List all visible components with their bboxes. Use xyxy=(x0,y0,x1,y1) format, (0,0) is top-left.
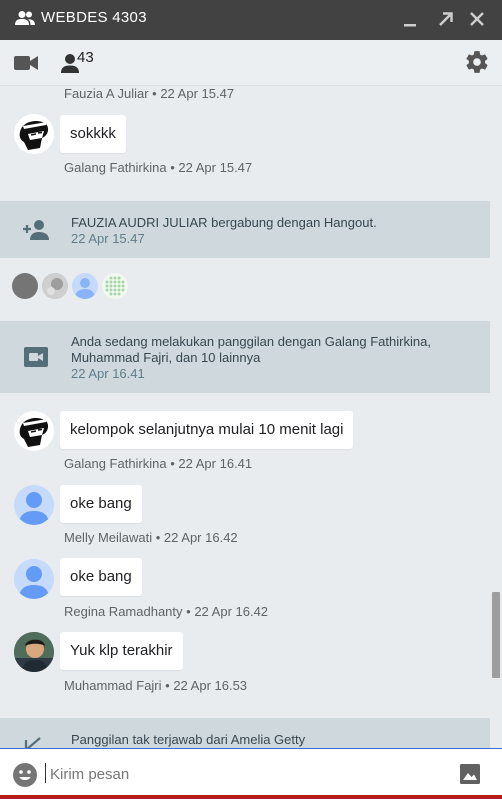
system-notice-missed-call: Panggilan tak terjawab dari Amelia Getty xyxy=(0,718,490,748)
video-call-icon[interactable] xyxy=(14,55,38,71)
system-notice-time: 22 Apr 16.41 xyxy=(71,366,145,381)
gray-avatar xyxy=(12,273,38,299)
pattern-avatar xyxy=(102,273,128,299)
taskbar-strip xyxy=(0,795,502,799)
popout-icon[interactable] xyxy=(434,8,456,30)
message-bubble[interactable]: Yuk klp terakhir xyxy=(60,632,183,670)
anime-avatar[interactable] xyxy=(14,114,54,154)
video-call-icon xyxy=(24,347,48,367)
system-notice-join: FAUZIA AUDRI JULIAR bergabung dengan Han… xyxy=(0,201,490,258)
message-meta: Fauzia A Juliar • 22 Apr 15.47 xyxy=(64,86,235,101)
anime-avatar[interactable] xyxy=(14,411,54,451)
photo-avatar xyxy=(42,273,68,299)
message-feed[interactable]: Fauzia A Juliar • 22 Apr 15.47 sokkkk Ga… xyxy=(0,86,490,748)
minimize-icon[interactable] xyxy=(399,8,421,30)
message-composer xyxy=(0,748,502,799)
text-caret xyxy=(45,763,46,783)
close-icon[interactable] xyxy=(466,8,488,30)
photo-avatar[interactable] xyxy=(14,632,54,672)
message-meta: Muhammad Fajri • 22 Apr 16.53 xyxy=(64,678,248,693)
person-add-icon xyxy=(23,220,49,240)
message-meta: Galang Fathirkina • 22 Apr 15.47 xyxy=(64,160,253,175)
message-bubble[interactable]: kelompok selanjutnya mulai 10 menit lagi xyxy=(60,411,354,449)
missed-call-icon xyxy=(24,737,41,748)
image-icon[interactable] xyxy=(459,763,481,785)
system-notice-time: 22 Apr 15.47 xyxy=(71,231,145,246)
system-notice-text: FAUZIA AUDRI JULIAR bergabung dengan Han… xyxy=(71,215,377,230)
system-notice-text: Panggilan tak terjawab dari Amelia Getty xyxy=(71,732,306,747)
message-meta: Galang Fathirkina • 22 Apr 16.41 xyxy=(64,456,253,471)
system-notice-call: Anda sedang melakukan panggilan dengan G… xyxy=(0,321,490,393)
gear-icon[interactable] xyxy=(464,49,490,75)
message-input[interactable] xyxy=(50,763,440,785)
conversation-toolbar: 43 xyxy=(0,40,502,86)
message-bubble[interactable]: sokkkk xyxy=(60,115,126,153)
scrollbar-thumb[interactable] xyxy=(492,592,500,678)
title-bar: WEBDES 4303 xyxy=(0,0,502,40)
participant-count: 43 xyxy=(77,49,94,66)
system-notice-text: Muhammad Fajri, dan 10 lainnya xyxy=(71,350,261,365)
default-avatar[interactable] xyxy=(14,485,54,525)
group-icon xyxy=(15,11,35,25)
message-meta: Melly Meilawati • 22 Apr 16.42 xyxy=(64,530,238,545)
message-meta: Regina Ramadhanty • 22 Apr 16.42 xyxy=(64,604,269,619)
default-avatar[interactable] xyxy=(14,559,54,599)
default-avatar xyxy=(72,273,98,299)
emoji-icon[interactable] xyxy=(12,762,38,788)
message-bubble[interactable]: oke bang xyxy=(60,485,142,523)
system-notice-text: Anda sedang melakukan panggilan dengan G… xyxy=(71,334,431,349)
message-bubble[interactable]: oke bang xyxy=(60,558,142,596)
window-title: WEBDES 4303 xyxy=(41,9,147,26)
